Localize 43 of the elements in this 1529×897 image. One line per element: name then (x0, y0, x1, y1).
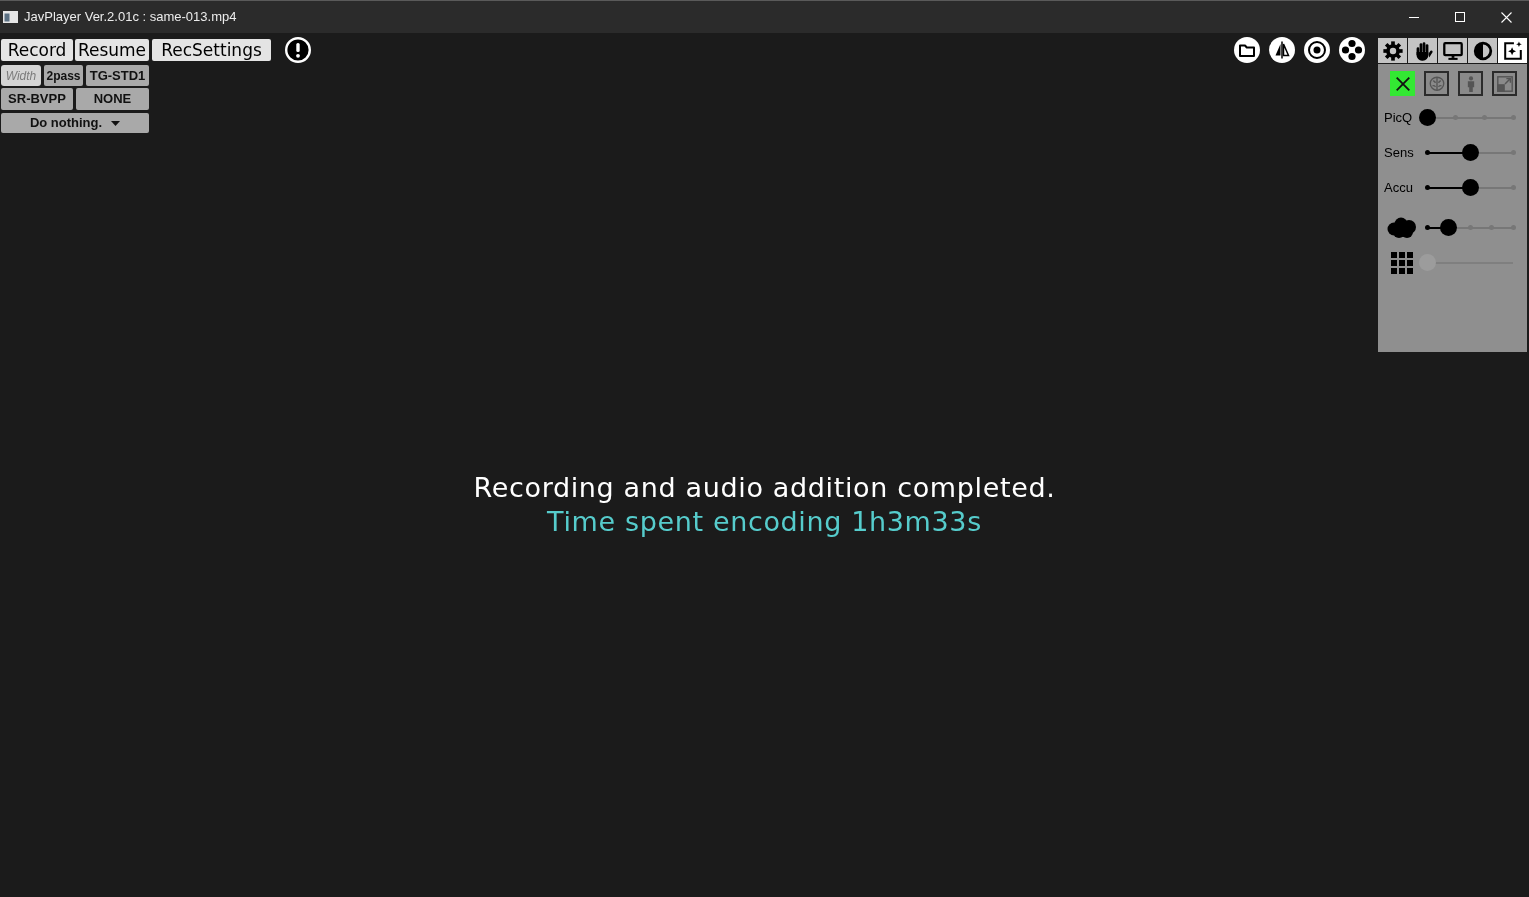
slider-label: PicQ (1384, 108, 1414, 127)
width-field[interactable]: Width (1, 65, 41, 86)
slider-label: Accu (1384, 178, 1414, 197)
encoding-time-text: Time spent encoding 1h3m33s (547, 505, 982, 539)
mode-button[interactable] (1468, 38, 1497, 63)
mode-button[interactable] (1408, 38, 1437, 63)
contrast-icon (1471, 39, 1494, 62)
sparkle-frame-icon (1501, 39, 1524, 62)
slider-label: Sens (1384, 143, 1415, 162)
four-dots-icon[interactable] (1339, 37, 1365, 63)
option-button[interactable]: TG-STD1 (86, 65, 149, 86)
toolbar-button[interactable]: RecSettings (152, 39, 271, 61)
caret-icon (111, 120, 121, 126)
target-icon[interactable] (1304, 37, 1330, 63)
mode-button[interactable] (1438, 38, 1467, 63)
settings-icon (1381, 39, 1404, 62)
option-button[interactable]: SR-BVPP (1, 88, 73, 110)
status-message: Recording and audio addition completed. (473, 471, 1056, 505)
resize-icon (1495, 74, 1514, 93)
cross-icon (1393, 74, 1412, 93)
minimize-icon (1409, 16, 1419, 18)
app-icon (3, 11, 18, 23)
monitor-icon (1441, 39, 1464, 62)
slider-thumb[interactable] (1461, 179, 1479, 196)
action-dropdown[interactable]: Do nothing. (1, 113, 149, 133)
grid-icon (1390, 251, 1413, 274)
slider-thumb[interactable] (1440, 219, 1457, 236)
close-icon (1500, 11, 1512, 23)
option-button[interactable]: NONE (76, 88, 149, 110)
window-title: JavPlayer Ver.2.01c : same-013.mp4 (24, 8, 237, 27)
brain-icon (1427, 74, 1446, 93)
mode-button[interactable] (1498, 38, 1527, 63)
maximize-icon (1455, 12, 1465, 22)
mode-button[interactable] (1378, 38, 1407, 63)
slider-thumb[interactable] (1418, 109, 1436, 126)
cloud-icon (1386, 216, 1417, 239)
slider-thumb[interactable] (1461, 144, 1479, 161)
toolbar-button[interactable]: Record (1, 39, 73, 61)
mirror-icon[interactable] (1269, 37, 1295, 63)
toolbar-button[interactable]: Resume (75, 39, 149, 61)
alert-icon[interactable] (285, 37, 311, 63)
folder-icon[interactable] (1234, 37, 1260, 63)
option-button[interactable]: 2pass (44, 65, 83, 86)
